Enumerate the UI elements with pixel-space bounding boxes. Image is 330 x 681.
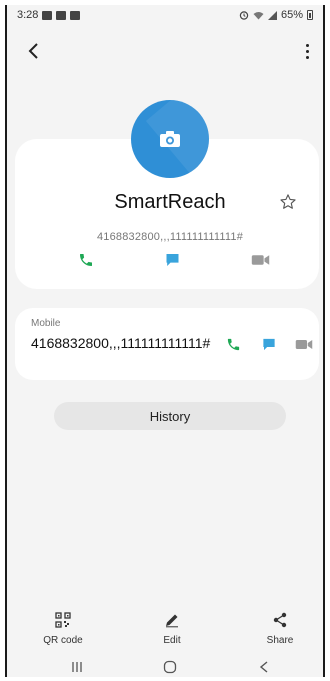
qr-code-label: QR code <box>43 635 83 646</box>
signal-icon <box>267 10 277 20</box>
video-call-icon <box>251 255 269 265</box>
camera-icon <box>160 131 180 147</box>
recents-icon <box>72 662 82 672</box>
star-outline-icon <box>280 194 296 209</box>
contact-avatar[interactable] <box>131 100 209 178</box>
screen-frame: 3:28 65% SmartReach 4168832800,,,1111111… <box>0 0 330 681</box>
qr-code-icon <box>54 611 72 629</box>
mobile-video-call-button[interactable] <box>294 334 314 354</box>
more-options-button[interactable] <box>295 37 319 65</box>
mobile-message-button[interactable] <box>259 334 279 354</box>
contact-number: 4168832800,,,111111111111# <box>96 231 244 243</box>
mobile-call-button[interactable] <box>223 334 243 354</box>
message-icon <box>166 254 178 266</box>
more-vert-dot <box>305 55 309 59</box>
status-right: 65% <box>239 9 313 21</box>
share-icon <box>271 611 289 629</box>
back-button[interactable] <box>19 37 47 65</box>
edit-label: Edit <box>163 635 181 646</box>
history-button[interactable]: History <box>54 402 286 430</box>
battery-percent: 65% <box>280 9 303 21</box>
phone-screen: 3:28 65% SmartReach 4168832800,,,1111111… <box>5 5 325 677</box>
status-time: 3:28 <box>17 9 39 21</box>
status-bar: 3:28 65% <box>7 5 323 25</box>
recents-button[interactable] <box>65 657 89 677</box>
wifi-icon <box>253 11 264 19</box>
bottom-toolbar: QR code Edit Share <box>7 611 323 651</box>
edit-button[interactable]: Edit <box>137 611 207 651</box>
back-nav-icon <box>259 661 268 673</box>
share-label: Share <box>266 635 294 646</box>
message-button[interactable] <box>162 250 182 270</box>
mobile-number-card[interactable]: Mobile 4168832800,,,111111111111# <box>15 308 319 380</box>
status-left: 3:28 <box>17 9 81 21</box>
phone-type-label: Mobile <box>31 318 61 329</box>
call-button[interactable] <box>76 250 96 270</box>
mail-icon <box>56 10 67 20</box>
mobile-number: 4168832800,,,111111111111# <box>31 335 211 351</box>
image-icon <box>42 10 53 20</box>
b-app-icon <box>70 10 81 20</box>
back-arrow-icon <box>28 43 38 59</box>
edit-pen-icon <box>163 611 181 629</box>
battery-icon <box>307 10 313 20</box>
home-button[interactable] <box>158 657 182 677</box>
alarm-icon <box>239 11 249 20</box>
qr-code-button[interactable]: QR code <box>28 611 98 651</box>
message-icon <box>263 338 275 350</box>
video-call-icon <box>295 339 313 349</box>
share-button[interactable]: Share <box>245 611 315 651</box>
contact-name: SmartReach <box>114 191 226 213</box>
favorite-button[interactable] <box>279 193 299 213</box>
more-vert-dot <box>305 49 309 53</box>
video-call-button[interactable] <box>250 250 270 270</box>
contact-actions <box>7 250 323 270</box>
system-nav-bar <box>7 657 323 677</box>
more-vert-icon <box>305 43 309 47</box>
back-nav-button[interactable] <box>252 657 276 677</box>
call-icon <box>227 338 239 350</box>
home-icon <box>163 660 177 674</box>
call-icon <box>80 254 92 266</box>
top-bar <box>7 31 323 71</box>
